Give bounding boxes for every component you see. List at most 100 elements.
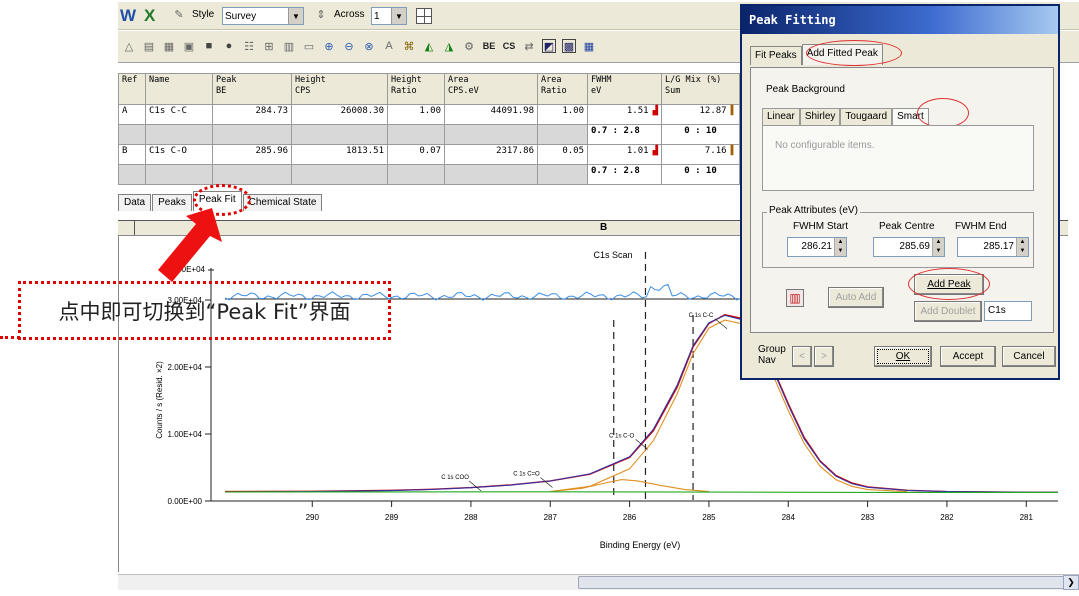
- x-tick-label: 281: [1020, 513, 1034, 522]
- peak-table-icon[interactable]: ▥: [786, 289, 804, 307]
- cell-height-ratio[interactable]: 1.00: [387, 104, 445, 125]
- cell-name[interactable]: C1s C-O: [145, 144, 213, 165]
- add-peak-button[interactable]: Add Peak: [914, 274, 984, 295]
- cell-fwhm[interactable]: 1.01 ▟: [587, 144, 662, 165]
- chevron-down-icon[interactable]: ▼: [391, 8, 406, 24]
- be-icon[interactable]: BE: [482, 39, 496, 53]
- image-icon[interactable]: ◩: [542, 39, 556, 53]
- merge-icon[interactable]: ⇄: [522, 39, 536, 53]
- tab-chemical-state[interactable]: Chemical State: [242, 194, 323, 211]
- fwhm-end-input[interactable]: 285.17 ▲ ▼: [957, 237, 1029, 257]
- spinner-arrows-icon[interactable]: ▲ ▼: [834, 238, 846, 256]
- cell-ref[interactable]: B: [118, 144, 146, 165]
- cell-ref[interactable]: A: [118, 104, 146, 125]
- square-icon[interactable]: ■: [202, 39, 216, 53]
- table-row[interactable]: B C1s C-O 285.96 1813.51 0.07 2317.86 0.…: [118, 144, 740, 165]
- cell-area[interactable]: 2317.86: [444, 144, 538, 165]
- cell-fwhm-constraint[interactable]: 0.7 : 2.8: [587, 164, 662, 185]
- view-icon[interactable]: ▥: [282, 39, 296, 53]
- peak-label-icon[interactable]: A: [382, 39, 396, 53]
- table-row[interactable]: 0.7 : 2.8 0 : 10: [118, 124, 740, 145]
- peak-background-label: Peak Background: [766, 84, 845, 95]
- zoom-in-icon[interactable]: ⊕: [322, 39, 336, 53]
- tab-fit-peaks[interactable]: Fit Peaks: [750, 46, 802, 65]
- stats-icon[interactable]: ▦: [162, 39, 176, 53]
- spinner-arrows-icon[interactable]: ▲ ▼: [932, 238, 944, 256]
- series-line-component: [550, 479, 709, 493]
- tab-tougaard[interactable]: Tougaard: [840, 108, 893, 125]
- cell-area-ratio[interactable]: 1.00: [537, 104, 588, 125]
- annotation-box: 点中即可切换到“Peak Fit”界面: [18, 281, 391, 340]
- cancel-button[interactable]: Cancel: [1002, 346, 1056, 367]
- accept-button[interactable]: Accept: [940, 346, 996, 367]
- spectrum-icon[interactable]: ◭: [422, 39, 436, 53]
- cell-height-ratio[interactable]: 0.07: [387, 144, 445, 165]
- tab-smart[interactable]: Smart: [892, 108, 929, 125]
- cell-be[interactable]: 285.96: [212, 144, 292, 165]
- print-icon[interactable]: ▣: [182, 39, 196, 53]
- scale-icon[interactable]: ▭: [302, 39, 316, 53]
- cell-lg[interactable]: 7.16 ▌: [661, 144, 740, 165]
- cell-name[interactable]: C1s C-C: [145, 104, 213, 125]
- constraint-icon[interactable]: ▌: [731, 106, 736, 116]
- tab-shirley[interactable]: Shirley: [799, 108, 841, 125]
- tab-add-fitted-peak[interactable]: Add Fitted Peak: [801, 44, 883, 65]
- dialog-title[interactable]: Peak Fitting: [742, 6, 1058, 34]
- zoom-out-icon[interactable]: ⊖: [342, 39, 356, 53]
- scroll-thumb[interactable]: [578, 576, 1068, 589]
- cell-fwhm[interactable]: 1.51 ▟: [587, 104, 662, 125]
- cell-area-ratio[interactable]: 0.05: [537, 144, 588, 165]
- table-row[interactable]: 0.7 : 2.8 0 : 10: [118, 164, 740, 185]
- settings-icon[interactable]: ⚙: [462, 39, 476, 53]
- tab-data[interactable]: Data: [118, 194, 152, 211]
- chart-title: C1s Scan: [593, 250, 632, 260]
- cell-height: [291, 124, 388, 145]
- cell-lg-constraint[interactable]: 0 : 10: [661, 124, 740, 145]
- cell-ref: [118, 124, 146, 145]
- add-doublet-button[interactable]: Add Doublet: [914, 301, 982, 322]
- cell-area: [444, 124, 538, 145]
- across-select[interactable]: 1 ▼: [371, 7, 407, 25]
- constraint-icon[interactable]: ▌: [731, 146, 736, 156]
- cell-lg[interactable]: 12.87 ▌: [661, 104, 740, 125]
- circle-icon[interactable]: ●: [222, 39, 236, 53]
- across-icon[interactable]: ⇕: [314, 7, 328, 21]
- horizontal-scrollbar[interactable]: ❯: [118, 574, 1079, 590]
- auto-add-button[interactable]: Auto Add: [828, 287, 884, 308]
- table-icon[interactable]: ▦: [582, 39, 596, 53]
- tab-linear[interactable]: Linear: [762, 108, 800, 125]
- table-row[interactable]: A C1s C-C 284.73 26008.30 1.00 44091.98 …: [118, 104, 740, 125]
- fwhm-start-input[interactable]: 286.21 ▲ ▼: [787, 237, 847, 257]
- group-prev-button[interactable]: <: [792, 346, 812, 367]
- peak-centre-input[interactable]: 285.69 ▲ ▼: [873, 237, 945, 257]
- ok-button[interactable]: OK: [874, 346, 932, 367]
- cell-area[interactable]: 44091.98: [444, 104, 538, 125]
- scroll-right-arrow[interactable]: ❯: [1063, 575, 1079, 590]
- cell-be[interactable]: 284.73: [212, 104, 292, 125]
- style-icon[interactable]: ✎: [172, 7, 186, 21]
- fit-icon[interactable]: ▩: [562, 39, 576, 53]
- constraint-icon[interactable]: ▟: [653, 146, 658, 156]
- peak-id-icon[interactable]: ⌘: [402, 39, 416, 53]
- grid-layout-icon[interactable]: [416, 8, 432, 24]
- annotate-icon[interactable]: △: [122, 39, 136, 53]
- cs-icon[interactable]: CS: [502, 39, 516, 53]
- constraint-icon[interactable]: ▟: [653, 106, 658, 116]
- spinner-arrows-icon[interactable]: ▲ ▼: [1016, 238, 1028, 256]
- doublet-name-input[interactable]: C1s: [984, 301, 1032, 321]
- x-tick-label: 283: [861, 513, 875, 522]
- tile-icon[interactable]: ⊞: [262, 39, 276, 53]
- dialog-tabs: Fit Peaks Add Fitted Peak: [750, 44, 883, 65]
- cell-lg-constraint[interactable]: 0 : 10: [661, 164, 740, 185]
- across-label: Across: [334, 8, 365, 20]
- cell-height[interactable]: 1813.51: [291, 144, 388, 165]
- list-icon[interactable]: ☷: [242, 39, 256, 53]
- chart-icon[interactable]: ▤: [142, 39, 156, 53]
- group-next-button[interactable]: >: [814, 346, 834, 367]
- style-select[interactable]: Survey ▼: [222, 7, 304, 25]
- cell-fwhm-constraint[interactable]: 0.7 : 2.8: [587, 124, 662, 145]
- chevron-down-icon[interactable]: ▼: [288, 8, 303, 24]
- cell-height[interactable]: 26008.30: [291, 104, 388, 125]
- spectrum-fit-icon[interactable]: ◮: [442, 39, 456, 53]
- zoom-reset-icon[interactable]: ⊗: [362, 39, 376, 53]
